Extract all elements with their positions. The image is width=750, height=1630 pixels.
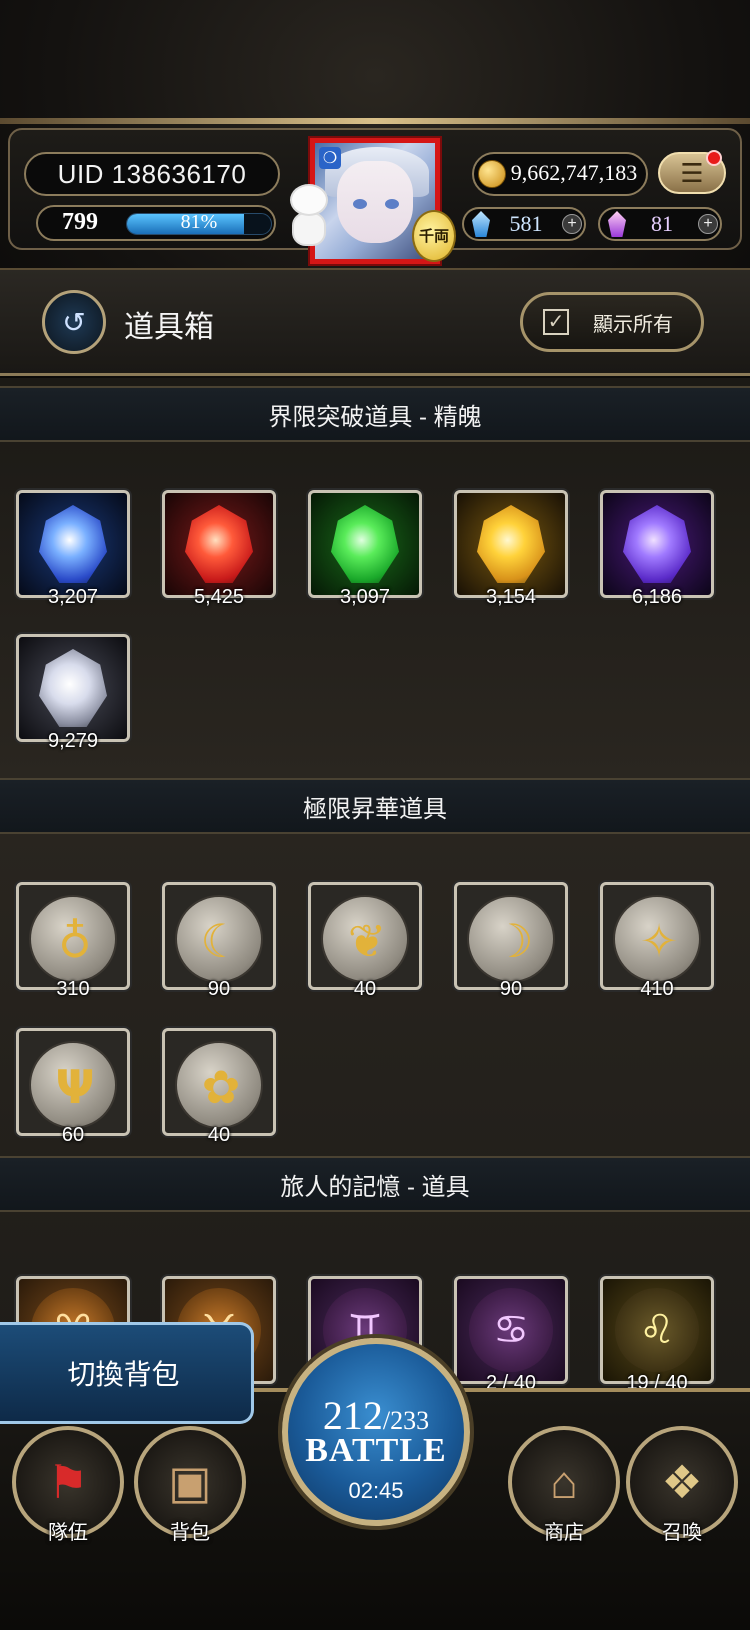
ankh-rune-icon: ♁: [58, 914, 92, 968]
item-quantity: 5,425: [193, 586, 245, 608]
show-all-button[interactable]: ✓ 顯示所有: [520, 292, 704, 352]
item-white-soul[interactable]: 9,279: [16, 634, 130, 752]
item-yellow-soul[interactable]: 3,154: [454, 490, 568, 608]
item-quantity: 3,207: [47, 586, 99, 608]
item-quantity: 6,186: [631, 586, 683, 608]
item-wing-rune[interactable]: Ψ 60: [16, 1028, 130, 1146]
item-wave-rune[interactable]: ☾ 90: [162, 882, 276, 1000]
item-quantity: 19 / 40: [626, 1372, 688, 1388]
stamina-max: /233: [382, 1406, 430, 1435]
item-purple-soul[interactable]: 6,186: [600, 490, 714, 608]
blue-gem-count: 581: [509, 211, 543, 236]
cancer-zodiac-icon: ♋: [469, 1288, 553, 1372]
add-purple-gem-button[interactable]: +: [698, 214, 718, 234]
battle-label: BATTLE: [305, 1432, 447, 1469]
add-blue-gem-button[interactable]: +: [562, 214, 582, 234]
blue-soul-icon: [39, 505, 107, 583]
purple-soul-icon: [623, 505, 691, 583]
item-gear-rune[interactable]: ✿ 40: [162, 1028, 276, 1146]
avatar-face: [337, 161, 413, 243]
red-soul-icon: [185, 505, 253, 583]
item-quantity: 410: [640, 978, 674, 1000]
summon-label: 召喚: [662, 1522, 702, 1544]
section-header-ascension: 極限昇華道具: [0, 778, 750, 834]
page-title: 道具箱: [124, 311, 214, 344]
item-quantity: 9,279: [47, 730, 99, 752]
avatar-eye: [353, 199, 367, 209]
section-header-breakthrough: 界限突破道具 - 精魄: [0, 386, 750, 442]
gold-coin-icon: [478, 160, 506, 188]
item-star-rune[interactable]: ✧ 410: [600, 882, 714, 1000]
section-header-memory: 旅人的記憶 - 道具: [0, 1156, 750, 1212]
uid-display: UID 138636170: [24, 152, 280, 196]
item-leo-memory[interactable]: ♌ 19 / 40: [600, 1276, 714, 1388]
wing-rune-icon: Ψ: [55, 1060, 95, 1114]
star-rune-icon: ✧: [639, 914, 679, 968]
item-quantity: 90: [207, 978, 231, 1000]
bag-label: 背包: [170, 1522, 210, 1544]
gear-rune-icon: ✿: [201, 1060, 241, 1114]
item-quantity: 3,097: [339, 586, 391, 608]
item-crescent-rune[interactable]: ☽ 90: [454, 882, 568, 1000]
item-quantity: 310: [56, 978, 90, 1000]
item-red-soul[interactable]: 5,425: [162, 490, 276, 608]
green-soul-icon: [331, 505, 399, 583]
item-quantity: 3,154: [485, 586, 537, 608]
checkbox-icon: ✓: [543, 309, 569, 335]
back-arrow-icon: ↺: [62, 306, 86, 338]
yellow-soul-icon: [477, 505, 545, 583]
crescent-rune-icon: ☽: [492, 914, 534, 968]
show-all-label: 顯示所有: [593, 313, 673, 336]
item-green-soul[interactable]: 3,097: [308, 490, 422, 608]
item-leaf-rune[interactable]: ❦ 40: [308, 882, 422, 1000]
leo-zodiac-icon: ♌: [615, 1288, 699, 1372]
item-quantity: 40: [353, 978, 377, 1000]
exp-percent: 81%: [180, 211, 218, 233]
item-quantity: 2 / 40: [485, 1372, 537, 1388]
attribute-icon: ❍: [319, 147, 341, 169]
shop-label: 商店: [544, 1522, 584, 1544]
senryo-coin-badge: 千両: [412, 210, 456, 262]
switch-bag-button[interactable]: 切換背包: [0, 1322, 254, 1424]
wave-rune-icon: ☾: [200, 914, 242, 968]
gold-amount: 9,662,747,183: [510, 160, 638, 185]
item-ankh-rune[interactable]: ♁ 310: [16, 882, 130, 1000]
team-label: 隊伍: [48, 1522, 88, 1544]
item-quantity: 60: [61, 1124, 85, 1146]
item-cancer-memory[interactable]: ♋ 2 / 40: [454, 1276, 568, 1388]
item-blue-soul[interactable]: 3,207: [16, 490, 130, 608]
notification-dot: [706, 150, 722, 166]
leaf-rune-icon: ❦: [347, 914, 387, 968]
avatar-eye: [385, 199, 399, 209]
white-soul-icon: [39, 649, 107, 727]
item-list[interactable]: 界限突破道具 - 精魄 極限昇華道具 旅人的記憶 - 道具 3,207 5,42…: [0, 378, 750, 1388]
lucky-cat-icon: [284, 184, 334, 250]
player-level: 799: [62, 209, 98, 235]
stamina-timer: 02:45: [348, 1478, 404, 1503]
back-button[interactable]: ↺: [42, 290, 106, 354]
purple-gem-count: 81: [651, 211, 673, 236]
item-quantity: 90: [499, 978, 523, 1000]
item-quantity: 40: [207, 1124, 231, 1146]
